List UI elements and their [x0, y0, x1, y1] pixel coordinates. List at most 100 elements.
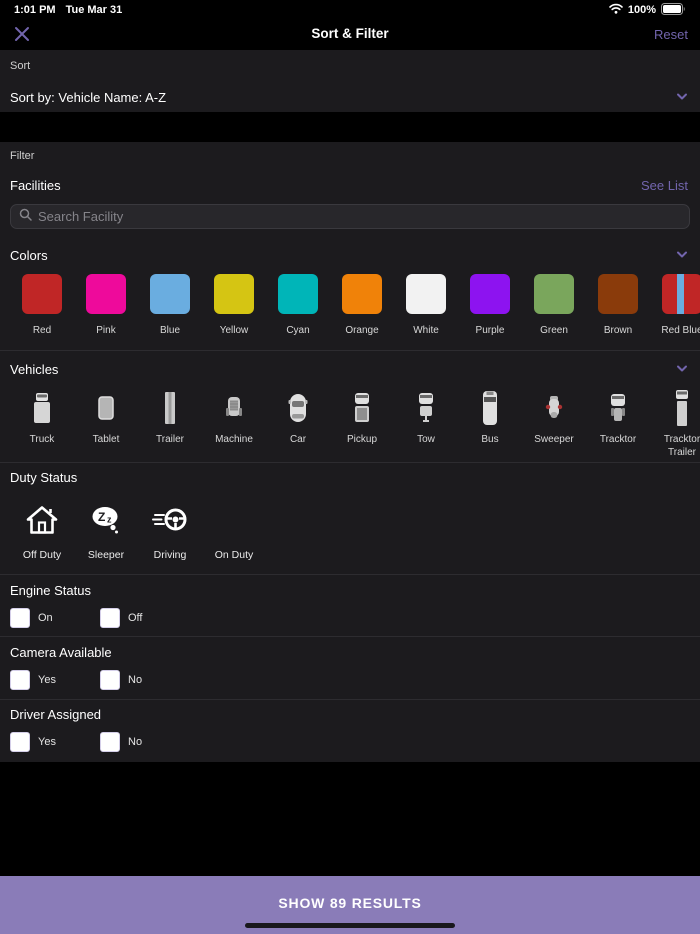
duty-option-sleeper[interactable]: Zz Sleeper: [86, 500, 126, 562]
vehicles-header[interactable]: Vehicles: [10, 360, 688, 378]
facilities-row: Facilities See List: [10, 178, 688, 193]
duty-label: Driving: [153, 549, 187, 561]
color-label: Red Blue: [661, 325, 700, 336]
checkbox-label: No: [128, 736, 143, 748]
tablet-icon: [86, 388, 126, 428]
tow-icon: [406, 388, 446, 428]
duty-label: Off Duty: [22, 549, 62, 561]
vehicles-label: Vehicles: [10, 361, 59, 377]
color-option-pink[interactable]: Pink: [86, 274, 126, 338]
duty-option-off-duty[interactable]: Off Duty: [22, 500, 62, 562]
tracktor-trailer-icon: [662, 388, 700, 428]
truck-icon: [22, 388, 62, 428]
vehicle-option-truck[interactable]: Truck: [22, 388, 62, 459]
checkbox-option-yes[interactable]: Yes: [10, 732, 56, 752]
colors-header[interactable]: Colors: [10, 246, 688, 264]
checkbox-option-no[interactable]: No: [100, 732, 142, 752]
sort-filter-screen: 1:01 PM Tue Mar 31 100% Sort & Filter Re…: [0, 0, 700, 934]
date: Tue Mar 31: [65, 4, 123, 16]
divider: [0, 699, 700, 700]
bus-icon: [470, 388, 510, 428]
home-icon: [22, 500, 62, 540]
search-facility-input[interactable]: Search Facility: [10, 204, 690, 229]
vehicles-grid: Truck Tablet Trailer Machine Car Pickup Tow Bus…: [22, 388, 700, 459]
color-label: Red: [32, 325, 52, 336]
checkbox-label: On: [38, 612, 53, 624]
color-option-brown[interactable]: Brown: [598, 274, 638, 338]
pickup-icon: [342, 388, 382, 428]
see-list-link[interactable]: See List: [641, 178, 688, 193]
color-swatch: [214, 274, 254, 314]
battery-icon: [661, 2, 686, 18]
color-label: Cyan: [286, 325, 310, 336]
divider: [0, 574, 700, 575]
home-indicator[interactable]: [245, 923, 455, 928]
vehicle-option-tablet[interactable]: Tablet: [86, 388, 126, 459]
checkbox[interactable]: [10, 732, 30, 752]
vehicle-option-car[interactable]: Car: [278, 388, 318, 459]
svg-text:z: z: [107, 515, 112, 525]
driver-assigned-options: Yes No: [0, 732, 700, 754]
reset-button[interactable]: Reset: [654, 27, 688, 42]
color-option-blue[interactable]: Blue: [150, 274, 190, 338]
checkbox[interactable]: [10, 608, 30, 628]
color-swatch: [150, 274, 190, 314]
vehicle-option-tow[interactable]: Tow: [406, 388, 446, 459]
checkbox-option-no[interactable]: No: [100, 670, 142, 690]
duty-option-on-duty[interactable]: On Duty: [214, 500, 254, 562]
color-option-yellow[interactable]: Yellow: [214, 274, 254, 338]
color-option-green[interactable]: Green: [534, 274, 574, 338]
checkbox[interactable]: [100, 732, 120, 752]
color-option-cyan[interactable]: Cyan: [278, 274, 318, 338]
color-label: Blue: [159, 325, 180, 336]
header: Sort & Filter Reset: [0, 20, 700, 50]
duty-option-driving[interactable]: Driving: [150, 500, 190, 562]
vehicle-option-trailer[interactable]: Trailer: [150, 388, 190, 459]
checkbox-label: Off: [128, 612, 143, 624]
checkbox-option-on[interactable]: On: [10, 608, 53, 628]
checkbox-option-yes[interactable]: Yes: [10, 670, 56, 690]
vehicle-option-tracktor[interactable]: Tracktor: [598, 388, 638, 459]
checkbox[interactable]: [100, 670, 120, 690]
engine-status-label: Engine Status: [10, 583, 91, 598]
vehicle-option-bus[interactable]: Bus: [470, 388, 510, 459]
vehicle-label: Tow: [417, 434, 435, 445]
vehicle-option-sweeper[interactable]: Sweeper: [534, 388, 574, 459]
checkbox-option-off[interactable]: Off: [100, 608, 142, 628]
vehicle-option-machine[interactable]: Machine: [214, 388, 254, 459]
vehicle-label: Pickup: [346, 434, 377, 445]
vehicle-label: Machine: [215, 434, 253, 445]
color-option-purple[interactable]: Purple: [470, 274, 510, 338]
sort-by-value: Sort by: Vehicle Name: A-Z: [10, 89, 167, 105]
checkbox[interactable]: [100, 608, 120, 628]
show-results-button[interactable]: SHOW 89 RESULTS: [0, 876, 700, 934]
color-option-white[interactable]: White: [406, 274, 446, 338]
search-icon: [19, 208, 32, 226]
divider: [0, 462, 700, 463]
sort-section: Sort Sort by: Vehicle Name: A-Z: [0, 50, 700, 112]
search-placeholder: Search Facility: [38, 209, 124, 224]
checkbox-label: No: [128, 674, 143, 686]
vehicle-label: Sweeper: [534, 434, 574, 445]
sleeper-icon: Zz: [86, 500, 126, 540]
sort-section-label: Sort: [10, 60, 31, 72]
chevron-down-icon: [676, 88, 688, 106]
checkbox[interactable]: [10, 670, 30, 690]
colors-grid: Red Pink Blue Yellow Cyan Orange White Purple Gr…: [22, 274, 700, 338]
color-swatch: [86, 274, 126, 314]
svg-text:Z: Z: [98, 510, 105, 524]
color-option-orange[interactable]: Orange: [342, 274, 382, 338]
clock: 1:01 PM: [14, 4, 56, 16]
color-option-red-blue[interactable]: Red Blue: [661, 274, 700, 338]
color-option-red[interactable]: Red: [22, 274, 62, 338]
no-icon: [214, 500, 254, 540]
filter-section: Filter Facilities See List Search Facili…: [0, 142, 700, 762]
vehicle-option-pickup[interactable]: Pickup: [342, 388, 382, 459]
color-swatch: [534, 274, 574, 314]
sort-by-selector[interactable]: Sort by: Vehicle Name: A-Z: [10, 88, 688, 106]
color-swatch: [662, 274, 700, 314]
color-label: Orange: [345, 325, 379, 336]
facilities-label: Facilities: [10, 178, 61, 193]
tracktor-icon: [598, 388, 638, 428]
vehicle-option-tracktor-trailer[interactable]: Tracktor Trailer: [662, 388, 700, 459]
